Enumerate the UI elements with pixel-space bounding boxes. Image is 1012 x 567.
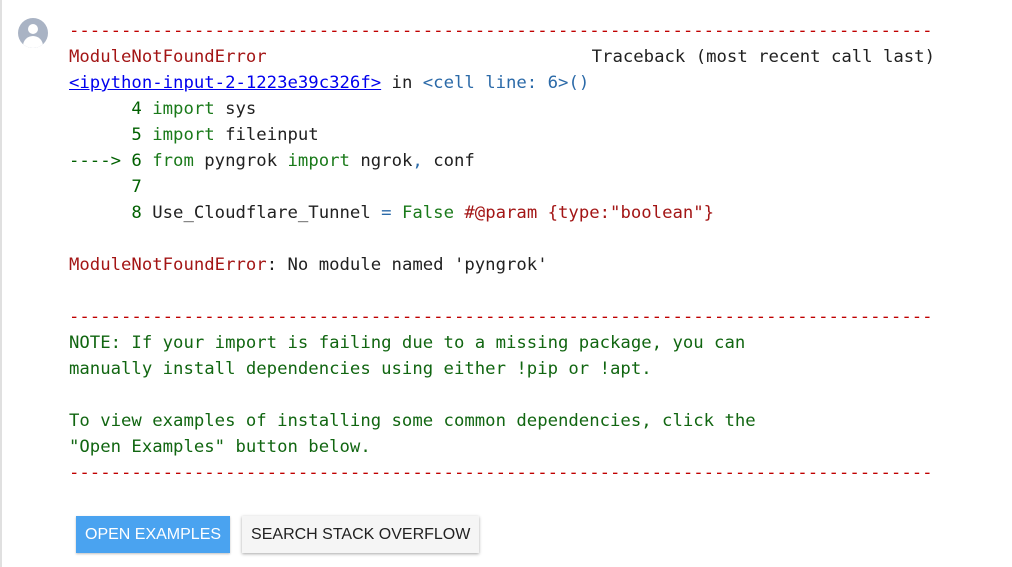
code-line-5: 5 import fileinput [69,122,935,148]
note-line-4: "Open Examples" button below. [69,437,371,457]
error-message-text: : No module named 'pyngrok' [266,255,548,275]
keyword-from: from [152,151,194,171]
separator-line-top: ----------------------------------------… [69,21,935,41]
error-message-type: ModuleNotFoundError [69,255,267,275]
error-message: ModuleNotFoundError: No module named 'py… [69,252,935,278]
in-text: in [381,73,423,93]
line-number: 5 [69,125,153,145]
avatar-body-shape [23,36,43,48]
line-number: 8 [69,203,153,223]
cell-line-ref: <cell line: 6> [422,73,569,93]
avatar-head-shape [28,24,38,34]
keyword-import: import [287,151,350,171]
note-line-2: manually install dependencies using eith… [69,359,652,379]
module-name: pyngrok [193,151,288,171]
action-buttons: OPEN EXAMPLES SEARCH STACK OVERFLOW [76,516,480,553]
comma: , [412,151,423,171]
code-text: fileinput [214,125,319,145]
code-line-4: 4 import sys [69,96,935,122]
cell-left-border [0,0,2,567]
separator-line-bottom: ----------------------------------------… [69,463,935,483]
code-line-8: 8 Use_Cloudflare_Tunnel = False #@param … [69,200,935,226]
open-examples-button[interactable]: OPEN EXAMPLES [76,516,231,553]
note-line-3: To view examples of installing some comm… [69,411,756,431]
traceback-label: Traceback (most recent call last) [591,47,935,67]
keyword: import [152,99,215,119]
line-number: 7 [69,177,142,197]
line-number: 4 [69,99,153,119]
assign-operator: = [381,203,392,223]
user-avatar-icon [18,18,48,48]
traceback-location: <ipython-input-2-1223e39c326f> in <cell … [69,70,935,96]
boolean-value: False [391,203,465,223]
code-line-7: 7 [69,174,935,200]
cell-line-parens: () [568,73,590,93]
error-type: ModuleNotFoundError [69,47,267,67]
import-name: ngrok [349,151,413,171]
error-header: ModuleNotFoundError Traceback (most rece… [69,44,935,70]
keyword: import [152,125,215,145]
cell-output: ----------------------------------------… [69,18,935,486]
error-arrow: ----> [69,151,122,171]
note-line-1: NOTE: If your import is failing due to a… [69,333,746,353]
ipython-input-link[interactable]: <ipython-input-2-1223e39c326f> [69,73,381,93]
variable-name: Use_Cloudflare_Tunnel [152,203,382,223]
param-comment: #@param {type:"boolean"} [464,203,715,223]
code-line-6-current: ----> 6 from pyngrok import ngrok, conf [69,148,935,174]
import-name-2: conf [422,151,475,171]
line-number: 6 [121,151,153,171]
code-text: sys [214,99,257,119]
separator-line-middle: ----------------------------------------… [69,307,935,327]
search-stack-overflow-button[interactable]: SEARCH STACK OVERFLOW [242,516,480,553]
